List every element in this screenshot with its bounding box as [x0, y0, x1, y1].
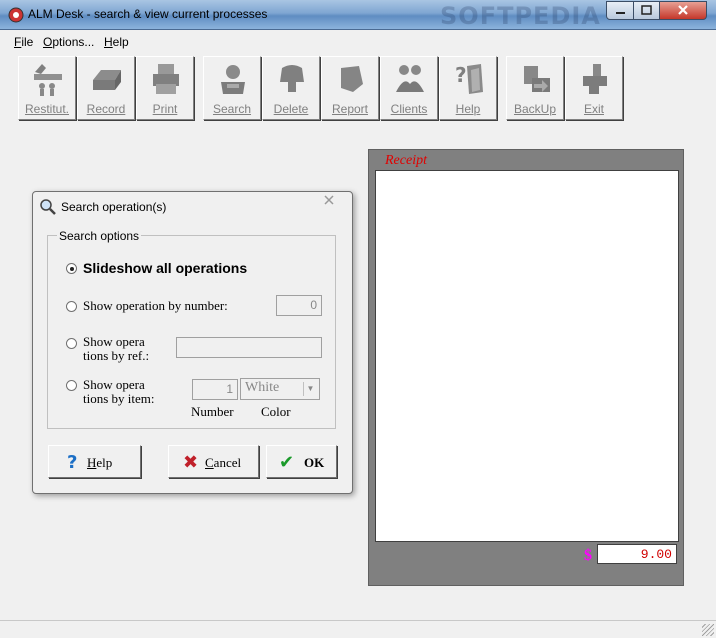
- exit-label: Exit: [583, 102, 604, 116]
- backup-icon: [524, 66, 550, 92]
- record-icon: [93, 70, 121, 90]
- receipt-total: 9.00: [597, 544, 677, 564]
- record-label: Record: [86, 102, 126, 116]
- close-button[interactable]: [659, 1, 707, 20]
- toolbar-group-system: BackUp Exit: [506, 56, 624, 122]
- delete-button[interactable]: Delete: [262, 56, 320, 120]
- toolbar: Restitut. Record Print Search Delete Rep…: [0, 54, 716, 122]
- backup-label: BackUp: [513, 102, 557, 116]
- help-label: Help: [455, 102, 481, 116]
- currency-symbol: $: [584, 547, 592, 564]
- by-item-label-line1: Show opera: [83, 377, 145, 392]
- minimize-icon: [616, 12, 625, 14]
- backup-button[interactable]: BackUp: [506, 56, 564, 120]
- clients-label: Clients: [390, 102, 428, 116]
- search-operations-dialog: Search operation(s) Search options Slide…: [32, 191, 353, 494]
- restitution-button[interactable]: Restitut.: [18, 56, 76, 120]
- window-title: ALM Desk - search & view current process…: [28, 7, 268, 21]
- by-item-label-line2: tions by item:: [83, 391, 155, 406]
- cancel-button[interactable]: ✖ Cancel: [168, 445, 259, 478]
- close-icon: [324, 195, 334, 205]
- search-icon: [221, 65, 245, 94]
- help-icon: ?: [455, 63, 483, 94]
- ok-label: OK: [304, 455, 325, 470]
- magnifier-icon: [40, 199, 56, 215]
- app-logo-icon: [8, 7, 24, 23]
- clients-icon: [396, 65, 424, 92]
- maximize-icon: [641, 5, 652, 15]
- report-label: Report: [331, 102, 369, 116]
- delete-label: Delete: [273, 102, 309, 116]
- toolbar-group-data: Search Delete Report Clients ? Help: [203, 56, 498, 122]
- question-icon: ?: [67, 452, 78, 473]
- restitution-label: Restitut.: [24, 102, 69, 116]
- by-number-label: Show operation by number:: [83, 298, 228, 313]
- slideshow-radio[interactable]: [66, 263, 77, 274]
- menu-bar: File Options... Help: [0, 30, 716, 52]
- delete-icon: [280, 65, 304, 92]
- svg-text:?: ?: [455, 63, 467, 87]
- reference-input[interactable]: [176, 337, 322, 358]
- ok-button[interactable]: ✔ OK: [266, 445, 337, 478]
- print-icon: [153, 64, 179, 94]
- by-item-radio[interactable]: [66, 380, 77, 391]
- restitution-icon: [34, 64, 62, 96]
- number-caption: Number: [191, 404, 234, 419]
- slideshow-label: Slideshow all operations: [83, 260, 248, 276]
- status-bar-divider: [0, 620, 716, 621]
- color-caption: Color: [261, 404, 291, 419]
- dialog-help-label: Help: [87, 455, 113, 470]
- print-label: Print: [152, 102, 178, 116]
- search-button[interactable]: Search: [203, 56, 261, 120]
- resize-grip[interactable]: [702, 624, 714, 636]
- minimize-button[interactable]: [606, 1, 634, 20]
- by-ref-radio[interactable]: [66, 338, 77, 349]
- chevron-down-icon: ▼: [303, 382, 317, 396]
- item-color-select[interactable]: White ▼: [240, 378, 320, 400]
- cancel-label: Cancel: [205, 455, 242, 470]
- help-button[interactable]: ? Help: [439, 56, 497, 120]
- menu-options[interactable]: Options...: [43, 35, 94, 49]
- operation-number-input[interactable]: 0: [276, 295, 322, 316]
- report-icon: [341, 66, 363, 92]
- watermark: SOFTPEDIA: [440, 2, 601, 30]
- dialog-help-button[interactable]: ? Help: [48, 445, 141, 478]
- close-icon: [678, 5, 688, 15]
- receipt-panel: Receipt $ 9.00: [368, 149, 684, 586]
- record-button[interactable]: Record: [77, 56, 135, 120]
- receipt-content-area[interactable]: [375, 170, 679, 542]
- exit-button[interactable]: Exit: [565, 56, 623, 120]
- cancel-x-icon: ✖: [183, 452, 199, 473]
- toolbar-group-main: Restitut. Record Print: [18, 56, 195, 122]
- item-color-value: White: [245, 380, 280, 395]
- dialog-title: Search operation(s): [61, 200, 167, 214]
- receipt-title: Receipt: [385, 153, 427, 168]
- print-button[interactable]: Print: [136, 56, 194, 120]
- exit-icon: [583, 64, 607, 94]
- clients-button[interactable]: Clients: [380, 56, 438, 120]
- checkmark-icon: ✔: [279, 452, 295, 473]
- menu-file[interactable]: File: [14, 35, 33, 49]
- search-options-label: Search options: [57, 229, 142, 243]
- dialog-close-button[interactable]: [309, 192, 349, 210]
- menu-help[interactable]: Help: [104, 35, 129, 49]
- maximize-button[interactable]: [633, 1, 660, 20]
- item-number-input[interactable]: 1: [192, 379, 238, 400]
- report-button[interactable]: Report: [321, 56, 379, 120]
- title-bar: ALM Desk - search & view current process…: [0, 0, 716, 30]
- by-ref-label-line1: Show opera: [83, 334, 145, 349]
- by-ref-label-line2: tions by ref.:: [83, 348, 150, 363]
- search-label: Search: [212, 102, 252, 116]
- by-number-radio[interactable]: [66, 301, 77, 312]
